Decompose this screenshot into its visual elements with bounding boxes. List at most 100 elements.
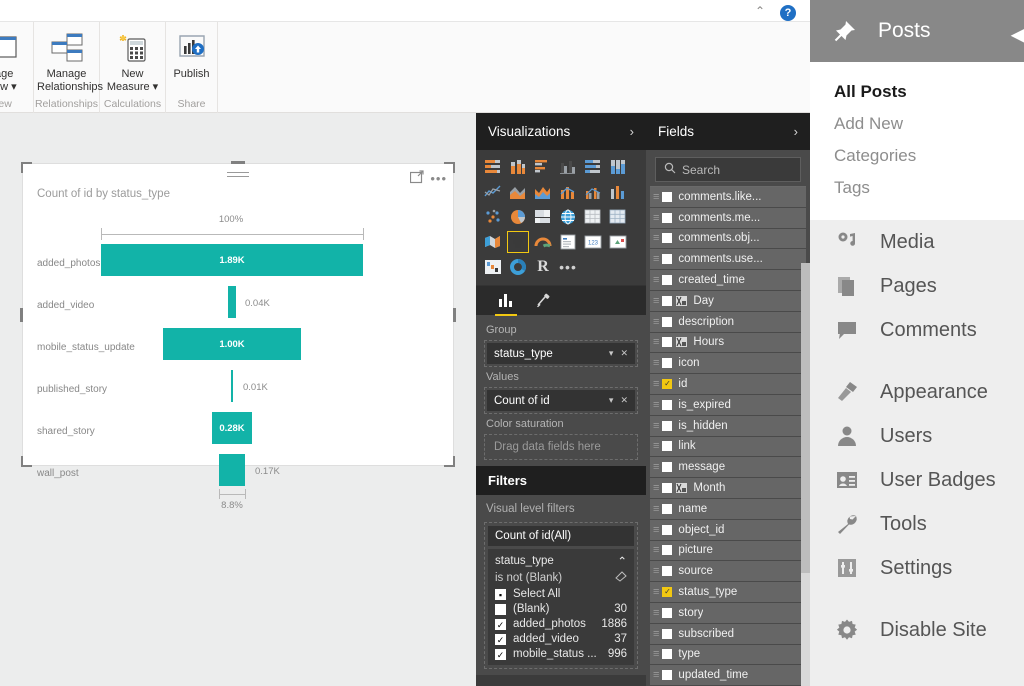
r-script-visual-icon[interactable]: R: [532, 256, 554, 278]
funnel-bar[interactable]: [228, 286, 236, 318]
field-checkbox-unchecked[interactable]: [662, 503, 673, 514]
tab-format[interactable]: [536, 286, 552, 316]
checkbox-checked[interactable]: ✓: [495, 633, 506, 645]
checkbox-partial[interactable]: ▪: [495, 588, 506, 600]
field-checkbox-unchecked[interactable]: [662, 275, 673, 286]
field-checkbox-checked[interactable]: ✓: [662, 379, 673, 390]
gauge-chart-icon[interactable]: [532, 231, 554, 253]
matrix-icon[interactable]: [582, 206, 604, 228]
ribbon-group-relationships[interactable]: Manage Relationships Relationships: [34, 22, 103, 113]
menu-item-appearance[interactable]: Appearance: [810, 370, 1024, 414]
collapse-menu-arrow-icon[interactable]: ◀: [1011, 22, 1024, 47]
fields-scrollbar-thumb[interactable]: [801, 263, 810, 573]
focus-mode-icon[interactable]: [410, 170, 424, 187]
field-row[interactable]: ≡ Day: [650, 290, 806, 311]
field-checkbox-unchecked[interactable]: [662, 212, 673, 223]
map-icon[interactable]: [557, 206, 579, 228]
field-row[interactable]: ≡ created_time: [650, 270, 806, 290]
drag-handle-icon[interactable]: ≡: [653, 648, 660, 660]
drag-handle-icon[interactable]: ≡: [653, 586, 660, 598]
filled-map-icon[interactable]: [482, 231, 504, 253]
more-visuals-icon[interactable]: •••: [557, 256, 579, 278]
checkbox-checked[interactable]: ✓: [495, 618, 506, 630]
field-chip-count-of-id[interactable]: Count of id ▾ ✕: [487, 390, 635, 411]
100-stacked-column-chart-icon[interactable]: [607, 156, 629, 178]
field-chip-status-type[interactable]: status_type ▾ ✕: [487, 343, 635, 364]
field-row[interactable]: ≡ story: [650, 602, 806, 623]
field-row[interactable]: ≡ icon: [650, 353, 806, 374]
filter-item-blank[interactable]: (Blank) 30: [495, 603, 627, 615]
submenu-item-all-posts[interactable]: All Posts: [810, 76, 1024, 108]
menu-item-pages[interactable]: Pages: [810, 264, 1024, 308]
chevron-right-icon[interactable]: ›: [794, 124, 798, 139]
report-canvas[interactable]: ••• Count of id by status_type 100% adde…: [0, 113, 476, 686]
field-checkbox-unchecked[interactable]: [662, 191, 673, 202]
well-values[interactable]: Count of id ▾ ✕: [484, 387, 638, 414]
menu-item-tools[interactable]: Tools: [810, 502, 1024, 546]
well-group[interactable]: status_type ▾ ✕: [484, 340, 638, 367]
menu-item-users[interactable]: Users: [810, 414, 1024, 458]
remove-field-icon[interactable]: ✕: [620, 348, 628, 359]
field-row[interactable]: ≡ is_hidden: [650, 415, 806, 436]
drag-handle-icon[interactable]: ≡: [653, 524, 660, 536]
treemap-icon[interactable]: [532, 206, 554, 228]
field-row[interactable]: ≡ comments.me...: [650, 207, 806, 228]
more-options-icon[interactable]: •••: [430, 172, 447, 185]
well-color-saturation[interactable]: Drag data fields here: [484, 434, 638, 460]
field-checkbox-unchecked[interactable]: [662, 628, 673, 639]
filter-count-of-id[interactable]: Count of id(All): [488, 526, 634, 546]
menu-item-disable-site[interactable]: Disable Site: [810, 608, 1024, 652]
field-row[interactable]: ≡ comments.like...: [650, 187, 806, 207]
selection-handle-top[interactable]: [231, 161, 245, 164]
selection-handle-right[interactable]: [453, 307, 456, 322]
selection-handle-top-left[interactable]: [21, 162, 32, 173]
field-row[interactable]: ≡ Month: [650, 478, 806, 498]
100-stacked-bar-chart-icon[interactable]: [582, 156, 604, 178]
chevron-right-icon[interactable]: ›: [630, 124, 634, 139]
table-icon[interactable]: [607, 206, 629, 228]
collapse-ribbon-icon[interactable]: ⌃: [752, 4, 768, 18]
field-row[interactable]: ≡ link: [650, 436, 806, 457]
field-checkbox-unchecked[interactable]: [662, 670, 673, 681]
area-chart-icon[interactable]: [507, 181, 529, 203]
line-stacked-column-chart-icon[interactable]: [557, 181, 579, 203]
field-row[interactable]: ≡ message: [650, 457, 806, 478]
field-checkbox-unchecked[interactable]: [662, 337, 673, 348]
drag-handle-icon[interactable]: ≡: [653, 669, 660, 681]
funnel-bar[interactable]: [219, 454, 245, 486]
ribbon-group-calculations[interactable]: New Measure ▾ Calculations: [100, 22, 166, 113]
field-row[interactable]: ≡ Hours: [650, 332, 806, 353]
clear-filter-icon[interactable]: [615, 570, 627, 585]
drag-handle-icon[interactable]: ≡: [653, 565, 660, 577]
menu-item-posts[interactable]: Posts ◀: [810, 0, 1024, 62]
chevron-down-icon[interactable]: ▾: [609, 395, 614, 406]
field-checkbox-unchecked[interactable]: [662, 254, 673, 265]
field-row[interactable]: ≡ is_expired: [650, 394, 806, 415]
stacked-area-chart-icon[interactable]: [532, 181, 554, 203]
drag-handle-icon[interactable]: ≡: [653, 628, 660, 640]
drag-handle-icon[interactable]: ≡: [653, 440, 660, 452]
drag-handle-icon[interactable]: ≡: [653, 544, 660, 556]
ribbon-group-share[interactable]: Publish Share: [166, 22, 218, 113]
field-row[interactable]: ≡ comments.use...: [650, 249, 806, 270]
menu-item-user-badges[interactable]: User Badges: [810, 458, 1024, 502]
drag-handle-icon[interactable]: ≡: [653, 420, 660, 432]
drag-handle-icon[interactable]: ≡: [653, 482, 660, 494]
funnel-chart-visual[interactable]: ••• Count of id by status_type 100% adde…: [20, 161, 456, 511]
funnel-chart-icon[interactable]: [507, 231, 529, 253]
menu-item-comments[interactable]: Comments: [810, 308, 1024, 352]
field-row[interactable]: ≡ ✓ status_type: [650, 582, 806, 602]
field-checkbox-unchecked[interactable]: [662, 524, 673, 535]
drag-handle-icon[interactable]: ≡: [653, 274, 660, 286]
search-input[interactable]: Search: [655, 157, 801, 182]
field-row[interactable]: ≡ source: [650, 561, 806, 582]
menu-item-settings[interactable]: Settings: [810, 546, 1024, 590]
field-checkbox-unchecked[interactable]: [662, 607, 673, 618]
field-row[interactable]: ≡ type: [650, 644, 806, 665]
field-row[interactable]: ≡ updated_time: [650, 665, 806, 686]
checkbox-unchecked[interactable]: [495, 603, 506, 615]
drag-handle-icon[interactable]: ≡: [653, 607, 660, 619]
field-checkbox-unchecked[interactable]: [662, 649, 673, 660]
filter-field-row[interactable]: status_type ⌃: [495, 554, 627, 568]
field-checkbox-unchecked[interactable]: [662, 316, 673, 327]
